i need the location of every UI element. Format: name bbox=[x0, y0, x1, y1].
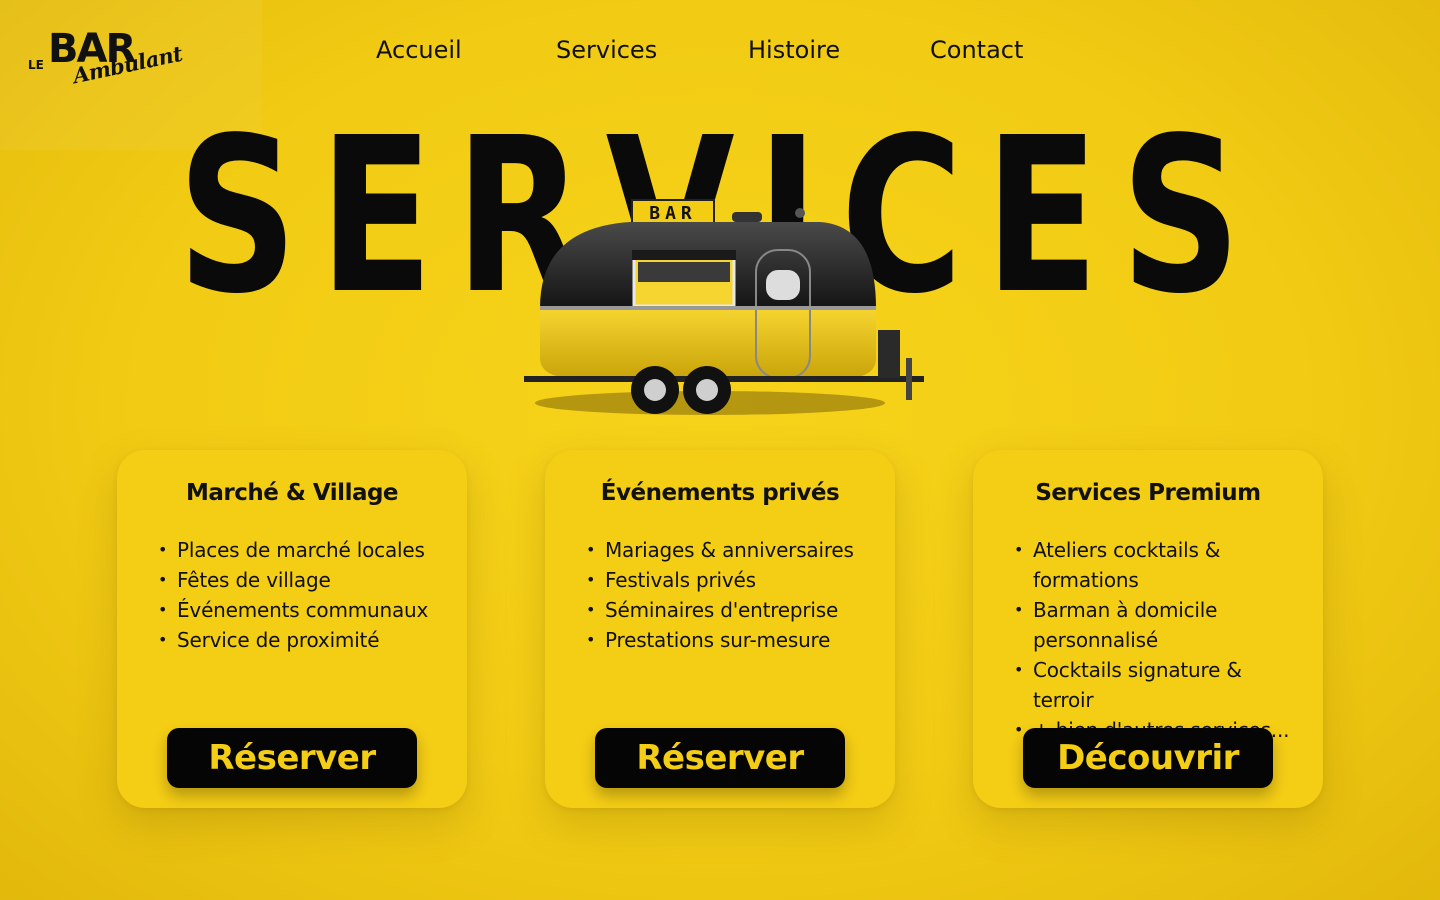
trailer-sign-text: BAR bbox=[649, 203, 697, 224]
reserve-button[interactable]: Réserver bbox=[595, 728, 845, 788]
main-nav: Accueil Services Histoire Contact bbox=[0, 36, 1440, 72]
list-item: Prestations sur-mesure bbox=[577, 625, 877, 655]
card-feature-list: Mariages & anniversaires Festivals privé… bbox=[577, 535, 877, 655]
list-item: Barman à domicile personnalisé bbox=[1005, 595, 1305, 655]
service-card-services-premium: Services Premium Ateliers cocktails & fo… bbox=[973, 450, 1323, 808]
discover-button[interactable]: Découvrir bbox=[1023, 728, 1273, 788]
list-item: Ateliers cocktails & formations bbox=[1005, 535, 1305, 595]
nav-link-contact[interactable]: Contact bbox=[930, 36, 1023, 64]
reserve-button[interactable]: Réserver bbox=[167, 728, 417, 788]
service-card-marche-village: Marché & Village Places de marché locale… bbox=[117, 450, 467, 808]
card-feature-list: Ateliers cocktails & formations Barman à… bbox=[1005, 535, 1305, 745]
list-item: Mariages & anniversaires bbox=[577, 535, 877, 565]
trailer-illustration: BAR bbox=[524, 199, 924, 415]
list-item: Service de proximité bbox=[149, 625, 449, 655]
list-item: Fêtes de village bbox=[149, 565, 449, 595]
list-item: Événements communaux bbox=[149, 595, 449, 625]
card-title: Services Premium bbox=[1035, 480, 1261, 506]
service-card-evenements-prives: Événements privés Mariages & anniversair… bbox=[545, 450, 895, 808]
nav-link-histoire[interactable]: Histoire bbox=[748, 36, 840, 64]
list-item: Festivals privés bbox=[577, 565, 877, 595]
list-item: Cocktails signature & terroir bbox=[1005, 655, 1305, 715]
nav-link-services[interactable]: Services bbox=[556, 36, 657, 64]
card-title: Marché & Village bbox=[185, 480, 399, 506]
list-item: Séminaires d'entreprise bbox=[577, 595, 877, 625]
food-trailer-image: BAR bbox=[520, 198, 930, 428]
nav-link-accueil[interactable]: Accueil bbox=[376, 36, 462, 64]
card-title: Événements privés bbox=[600, 480, 840, 506]
list-item: Places de marché locales bbox=[149, 535, 449, 565]
card-feature-list: Places de marché locales Fêtes de villag… bbox=[149, 535, 449, 655]
